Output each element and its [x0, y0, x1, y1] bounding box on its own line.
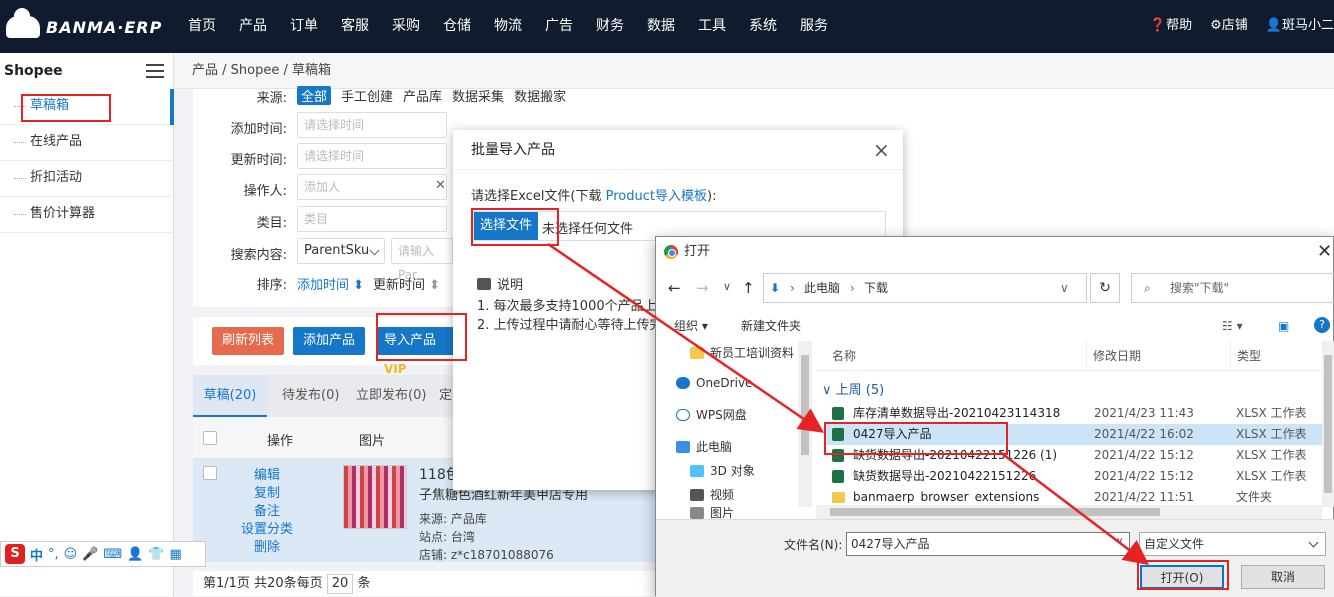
annotation-arrows: [547, 242, 1149, 566]
arrow-to-file: [547, 242, 825, 433]
arrow-to-open: [999, 451, 1149, 566]
